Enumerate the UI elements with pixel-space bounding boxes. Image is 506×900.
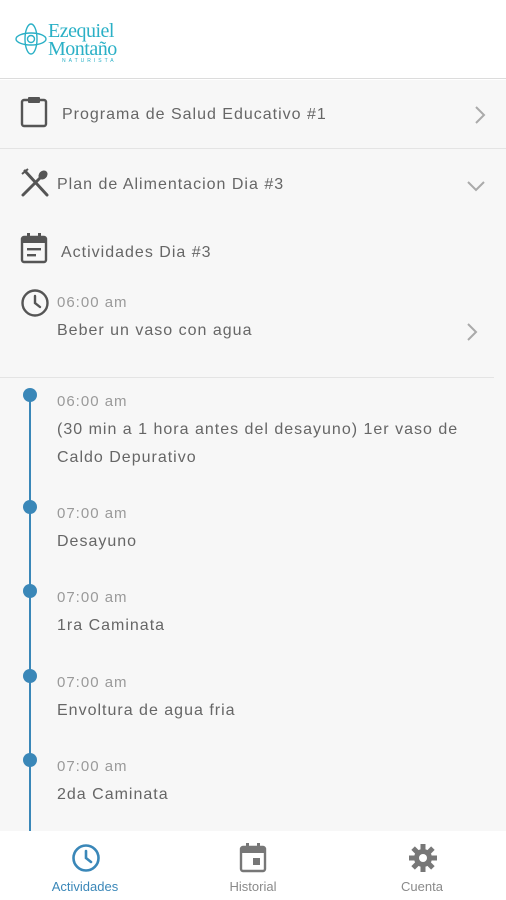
- calendar-icon: [20, 233, 48, 264]
- timeline-description: Desayuno: [57, 533, 138, 550]
- logo-icon: [15, 23, 47, 55]
- timeline-description: (30 min a 1 hora antes del desayuno) 1er…: [57, 421, 459, 466]
- activity-timeline: 06:00 am (30 min a 1 hora antes del desa…: [0, 380, 506, 831]
- program-label: Programa de Salud Educativo #1: [62, 106, 327, 123]
- timeline-dot: [23, 584, 37, 598]
- program-row[interactable]: Programa de Salud Educativo #1: [0, 80, 506, 149]
- gear-icon: [409, 844, 437, 872]
- timeline-time: 07:00 am: [57, 674, 128, 691]
- tab-label: Cuenta: [401, 879, 443, 894]
- timeline-time: 06:00 am: [57, 393, 128, 410]
- timeline-dot: [23, 669, 37, 683]
- activity-time: 06:00 am: [57, 294, 128, 311]
- calendar-icon: [239, 843, 267, 873]
- utensils-icon: [21, 168, 49, 197]
- clipboard-icon: [20, 97, 48, 128]
- activity-description: Beber un vaso con agua: [57, 322, 253, 339]
- meal-plan-label: Plan de Alimentacion Dia #3: [57, 176, 285, 193]
- logo: Ezequiel Montaño NATURISTA: [14, 18, 134, 66]
- app-header: Ezequiel Montaño NATURISTA: [0, 0, 506, 79]
- bottom-tab-bar: Actividades Historial Cuenta: [0, 831, 506, 900]
- timeline-time: 07:00 am: [57, 505, 128, 522]
- timeline-description: 2da Caminata: [57, 786, 169, 803]
- chevron-right-icon: [475, 106, 486, 124]
- timeline-time: 07:00 am: [57, 758, 128, 775]
- tab-historial[interactable]: Historial: [193, 831, 313, 900]
- first-activity-row[interactable]: 06:00 am Beber un vaso con agua: [0, 280, 494, 378]
- timeline-dot: [23, 388, 37, 402]
- logo-subtitle: NATURISTA: [62, 58, 117, 64]
- meal-plan-row[interactable]: Plan de Alimentacion Dia #3: [0, 150, 506, 220]
- chevron-down-icon: [467, 181, 485, 192]
- tab-label: Historial: [229, 879, 277, 894]
- timeline-description: 1ra Caminata: [57, 617, 166, 634]
- timeline-dot: [23, 500, 37, 514]
- activities-label: Actividades Dia #3: [61, 244, 212, 261]
- timeline-time: 07:00 am: [57, 589, 128, 606]
- tab-actividades[interactable]: Actividades: [25, 831, 145, 900]
- main-content[interactable]: Programa de Salud Educativo #1 Plan de A…: [0, 80, 506, 831]
- tab-cuenta[interactable]: Cuenta: [362, 831, 482, 900]
- activities-header: Actividades Dia #3: [0, 230, 506, 270]
- tab-label: Actividades: [51, 879, 119, 894]
- timeline-dot: [23, 753, 37, 767]
- timeline-description: Envoltura de agua fria: [57, 702, 236, 719]
- clock-icon: [72, 844, 100, 872]
- clock-icon: [21, 289, 49, 317]
- chevron-right-icon: [467, 323, 478, 341]
